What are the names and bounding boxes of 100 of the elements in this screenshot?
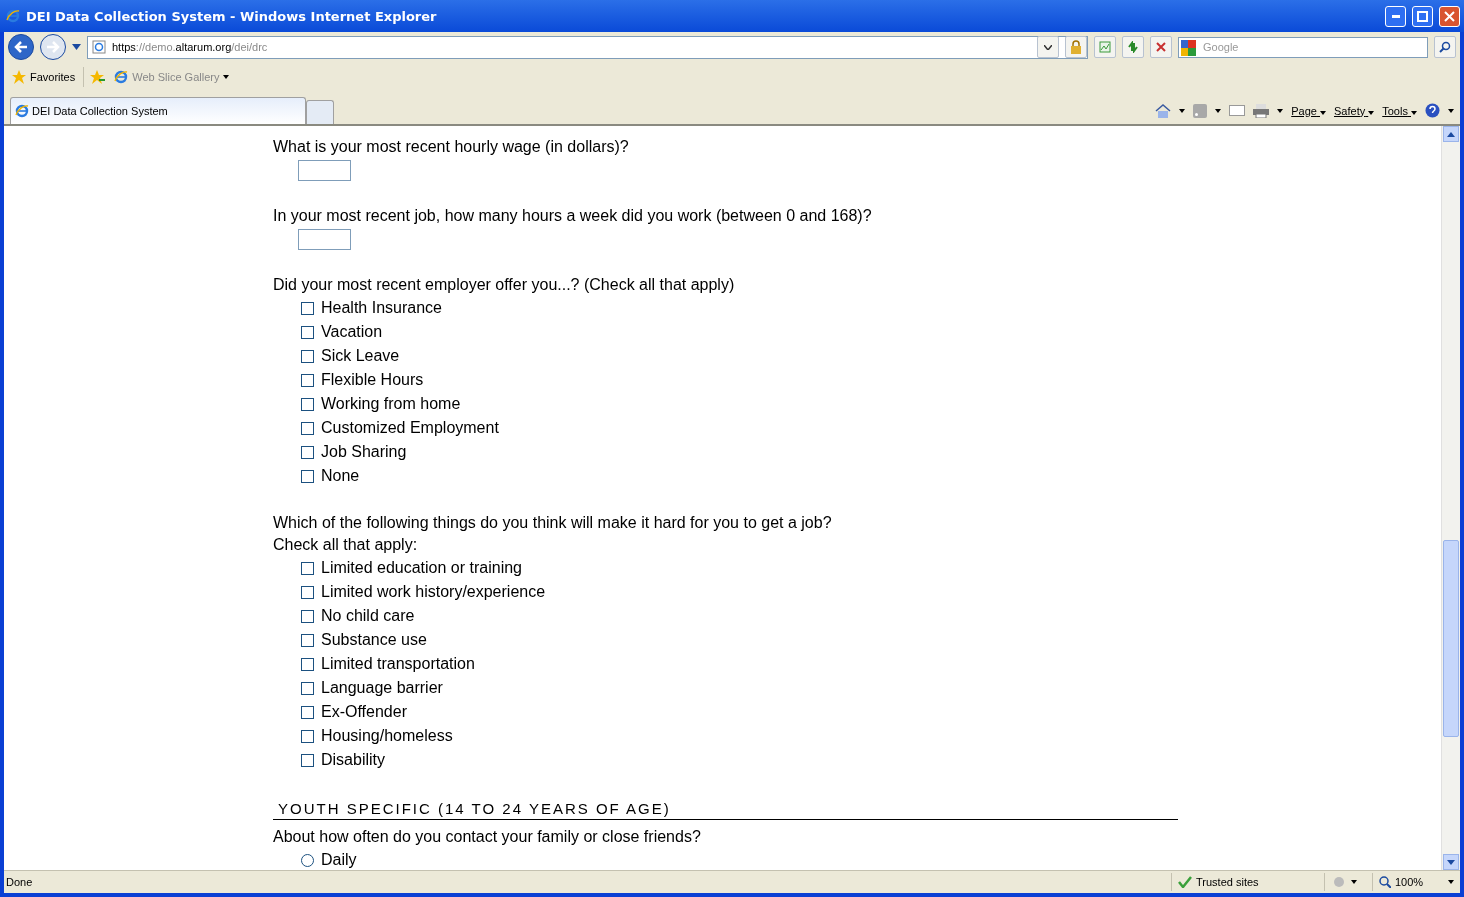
option-label: Ex-Offender xyxy=(321,703,407,721)
option-label: Customized Employment xyxy=(321,419,499,437)
checkbox[interactable] xyxy=(301,469,314,483)
close-icon xyxy=(1444,10,1455,22)
option-label: Job Sharing xyxy=(321,443,407,461)
command-menu[interactable]: Safety xyxy=(1334,104,1375,117)
checkbox[interactable] xyxy=(301,705,314,719)
answer-field[interactable] xyxy=(298,160,351,181)
checkbox[interactable] xyxy=(301,349,314,363)
checkbox[interactable] xyxy=(301,561,314,575)
browser-tab[interactable]: DEI Data Collection System xyxy=(10,97,306,124)
checkbox[interactable] xyxy=(301,445,314,459)
caret-icon xyxy=(1179,108,1186,113)
option-label: Sick Leave xyxy=(321,347,400,365)
checkbox[interactable] xyxy=(301,585,314,599)
down-arrow-icon xyxy=(1447,859,1455,865)
add-favorite-icon[interactable] xyxy=(90,70,107,84)
search-button[interactable] xyxy=(1434,36,1456,58)
radio-button[interactable] xyxy=(301,853,314,867)
option-label: Limited education or training xyxy=(321,559,522,577)
scroll-down-button[interactable] xyxy=(1443,854,1459,870)
caret-icon xyxy=(1448,108,1454,113)
minimize-button[interactable] xyxy=(1385,5,1406,27)
option-label: Substance use xyxy=(321,631,427,649)
favorites-button[interactable]: Favorites xyxy=(10,68,78,86)
maximize-icon xyxy=(1417,10,1428,22)
option-label: Health Insurance xyxy=(321,299,442,317)
forward-arrow-icon xyxy=(46,41,60,53)
caret-icon xyxy=(1448,880,1454,884)
close-button[interactable] xyxy=(1439,5,1460,27)
search-icon xyxy=(1439,41,1451,53)
url-text: https://demo.altarum.org/dei/drc xyxy=(112,41,268,53)
status-text: Done xyxy=(5,876,34,888)
zoom-level[interactable]: 100% xyxy=(1372,873,1460,891)
caret-icon xyxy=(223,75,230,79)
dropdown-arrow-icon[interactable] xyxy=(72,44,81,50)
magnifier-icon xyxy=(1379,876,1391,888)
help-icon[interactable] xyxy=(1425,103,1440,118)
checkbox[interactable] xyxy=(301,373,314,387)
checkbox[interactable] xyxy=(301,609,314,623)
back-button[interactable] xyxy=(8,34,34,60)
command-menu[interactable]: Page xyxy=(1291,104,1326,117)
checkbox[interactable] xyxy=(301,729,314,743)
maximize-button[interactable] xyxy=(1412,5,1433,27)
home-icon[interactable] xyxy=(1155,103,1172,118)
ie-logo-icon xyxy=(15,104,29,118)
checkmark-icon xyxy=(1178,876,1192,888)
question-text: In your most recent job, how many hours a week did you work (between 0 and 168)? xyxy=(273,206,873,226)
option-label: Disability xyxy=(321,751,385,769)
printer-icon[interactable] xyxy=(1253,103,1270,118)
address-bar[interactable]: https://demo.altarum.org/dei/drc xyxy=(87,35,1088,59)
question-text: What is your most recent hourly wage (in dollars)? xyxy=(273,137,630,157)
option-label: Flexible Hours xyxy=(321,371,424,389)
refresh-icon[interactable] xyxy=(1122,36,1144,58)
dropdown-button[interactable] xyxy=(1037,36,1059,58)
question-text: Which of the following things do you think will make it hard for you to get a job? xyxy=(273,513,833,533)
caret-icon xyxy=(1351,880,1357,884)
stop-icon[interactable] xyxy=(1150,36,1172,58)
caret-icon xyxy=(1277,108,1284,113)
checkbox[interactable] xyxy=(301,325,314,339)
command-menu[interactable]: Tools xyxy=(1382,104,1417,117)
caret-icon xyxy=(1368,110,1375,115)
checkbox[interactable] xyxy=(301,397,314,411)
caret-icon xyxy=(1411,110,1417,115)
option-label: Limited transportation xyxy=(321,655,475,673)
search-field[interactable]: Google xyxy=(1178,36,1428,58)
caret-icon xyxy=(1215,108,1222,113)
back-arrow-icon xyxy=(14,41,28,53)
checkbox[interactable] xyxy=(301,633,314,647)
window-title: DEI Data Collection System - Windows Internet Explorer xyxy=(26,8,438,24)
section-heading: YOUTH SPECIFIC (14 TO 24 YEARS OF AGE) xyxy=(273,800,1178,820)
option-label: None xyxy=(321,467,360,485)
forward-button[interactable] xyxy=(40,34,66,60)
page-icon xyxy=(92,40,106,54)
option-label: Working from home xyxy=(321,395,461,413)
ie-logo-icon xyxy=(6,9,20,23)
answer-field[interactable] xyxy=(298,229,351,250)
checkbox[interactable] xyxy=(301,421,314,435)
instruction-text: Check all that apply: xyxy=(273,535,419,555)
chevron-down-icon xyxy=(1044,44,1052,50)
scrollbar[interactable] xyxy=(1441,126,1460,870)
security-zone: Trusted sites xyxy=(1171,873,1324,891)
checkbox[interactable] xyxy=(301,657,314,671)
question-text: About how often do you contact your family or close friends? xyxy=(273,827,702,847)
mail-icon[interactable] xyxy=(1229,105,1246,116)
option-label: Limited work history/experience xyxy=(321,583,546,601)
option-label: Language barrier xyxy=(321,679,443,697)
checkbox[interactable] xyxy=(301,753,314,767)
checkbox[interactable] xyxy=(301,301,314,315)
scroll-up-button[interactable] xyxy=(1443,126,1459,142)
up-arrow-icon xyxy=(1447,131,1455,137)
option-label: No child care xyxy=(321,607,415,625)
minimize-icon xyxy=(1391,14,1400,18)
checkbox[interactable] xyxy=(301,681,314,695)
option-label: Daily xyxy=(321,851,357,869)
lock-icon[interactable] xyxy=(1065,36,1087,58)
scrollbar-thumb[interactable] xyxy=(1443,540,1459,737)
option-label: Vacation xyxy=(321,323,383,341)
question-text: Did your most recent employer offer you...? (Check all that apply) xyxy=(273,275,736,295)
option-label: Housing/homeless xyxy=(321,727,453,745)
